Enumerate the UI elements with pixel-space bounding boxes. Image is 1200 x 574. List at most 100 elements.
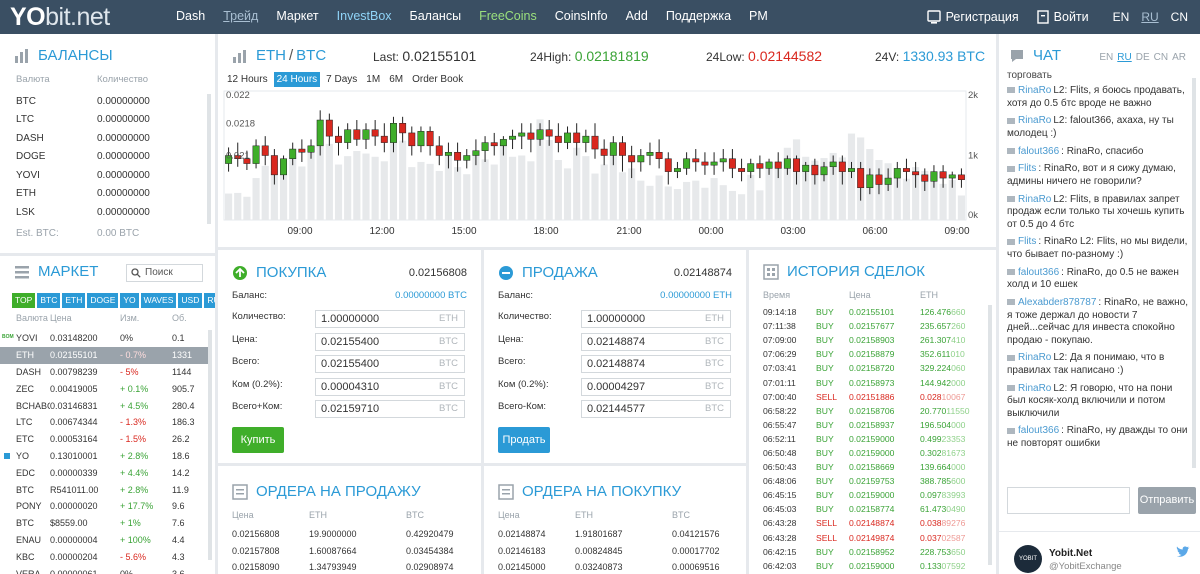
chat-username[interactable]: RinaRo	[1018, 383, 1051, 394]
history-row[interactable]: 06:43:28 SELL 0.02148874 0.03889276	[763, 516, 970, 530]
market-row[interactable]: YO 0.13010001 + 2.8% 18.6	[0, 448, 210, 465]
history-row[interactable]: 07:11:38 BUY 0.02157677 235.657260	[763, 319, 970, 333]
history-row[interactable]: 07:03:41 BUY 0.02158720 329.224060	[763, 361, 970, 375]
history-row[interactable]: 06:50:48 BUY 0.02159000 0.30281673	[763, 446, 970, 460]
balance-row[interactable]: DOGE 0.00000000	[16, 148, 206, 167]
buy-qty-input[interactable]: 1.00000000 ETH	[315, 310, 465, 328]
chat-username[interactable]: Flits	[1018, 163, 1036, 174]
sell-fee-input[interactable]: 0.00004297 BTC	[581, 378, 731, 396]
nav-item-1[interactable]: Трейд	[214, 0, 267, 34]
market-row[interactable]: VERA 0.00000061 0% 3.6	[0, 565, 210, 574]
balance-row[interactable]: LSK 0.00000000	[16, 203, 206, 222]
chat-lang-cn[interactable]: CN	[1154, 52, 1168, 63]
yobit-logo[interactable]: YObit.net	[10, 0, 110, 34]
chat-username[interactable]: RinaRo	[1018, 85, 1051, 96]
nav-item-8[interactable]: Поддержка	[657, 0, 740, 34]
market-tab-waves[interactable]: WAVES	[140, 293, 177, 308]
chat-lang-ar[interactable]: AR	[1172, 52, 1186, 63]
history-row[interactable]: 06:55:47 BUY 0.02158937 196.504000	[763, 418, 970, 432]
market-search[interactable]: Поиск	[126, 264, 203, 282]
nav-item-5[interactable]: FreeCoins	[470, 0, 546, 34]
sell-total-input[interactable]: 0.02148874 BTC	[581, 355, 731, 373]
market-row[interactable]: ZEC 0.00419005 + 0.1% 905.7	[0, 380, 210, 397]
balance-row[interactable]: BTC 0.00000000	[16, 92, 206, 111]
chat-scrollbar[interactable]	[1192, 78, 1196, 468]
lang-cn[interactable]: CN	[1171, 10, 1188, 24]
market-tab-usd[interactable]: USD	[178, 293, 203, 308]
twitter-bird-icon[interactable]	[1176, 546, 1190, 558]
sell-qty-input[interactable]: 1.00000000 ETH	[581, 310, 731, 328]
history-row[interactable]: 06:45:15 BUY 0.02159000 0.09783993	[763, 488, 970, 502]
balance-row[interactable]: YOVI 0.00000000	[16, 166, 206, 185]
chat-username[interactable]: Alexabder878787	[1018, 297, 1096, 308]
buy-total-input[interactable]: 0.02155400 BTC	[315, 355, 465, 373]
market-row[interactable]: DASH 0.00798239 - 5% 1144	[0, 364, 210, 381]
chart-tab-5[interactable]: Order Book	[409, 72, 466, 87]
history-row[interactable]: 06:42:15 BUY 0.02158952 228.753650	[763, 545, 970, 559]
lang-ru[interactable]: RU	[1141, 10, 1158, 24]
history-row[interactable]: 06:48:06 BUY 0.02159753 388.785600	[763, 474, 970, 488]
nav-item-2[interactable]: Маркет	[267, 0, 327, 34]
market-row[interactable]: PONY 0.00000020 + 17.7% 9.6	[0, 498, 210, 515]
buy-grand-input[interactable]: 0.02159710 BTC	[315, 400, 465, 418]
nav-item-7[interactable]: Add	[617, 0, 657, 34]
order-row[interactable]: 0.02157808 1.60087664 0.03454384	[232, 543, 454, 560]
order-row[interactable]: 0.02145000 0.03240873 0.00069516	[498, 559, 720, 574]
market-row[interactable]: EDC 0.00000339 + 4.4% 14.2	[0, 464, 210, 481]
history-row[interactable]: 07:01:11 BUY 0.02158973 144.942000	[763, 375, 970, 389]
market-row[interactable]: KBC 0.00000204 - 5.6% 4.3	[0, 548, 210, 565]
history-row[interactable]: 09:14:18 BUY 0.02155101 126.476660	[763, 305, 970, 319]
history-row[interactable]: 07:09:00 BUY 0.02158903 261.307410	[763, 333, 970, 347]
market-row[interactable]: ETC 0.00053164 - 1.5% 26.2	[0, 431, 210, 448]
market-row[interactable]: LTC 0.00674344 - 1.3% 186.3	[0, 414, 210, 431]
sell-price-input[interactable]: 0.02148874 BTC	[581, 333, 731, 351]
history-row[interactable]: 06:58:22 BUY 0.02158706 20.77011550	[763, 404, 970, 418]
register-link[interactable]: Регистрация	[926, 10, 1019, 24]
order-row[interactable]: 0.02146183 0.00824845 0.00017702	[498, 543, 720, 560]
market-scrollbar[interactable]	[208, 330, 212, 560]
chat-username[interactable]: falout366	[1018, 146, 1059, 157]
price-chart[interactable]: 0.022 0.0218 0.021 2k 1k 0k 09:00 12:00 15:00 18:…	[218, 87, 996, 243]
order-row[interactable]: 0.02158090 1.34793949 0.02908974	[232, 559, 454, 574]
history-row[interactable]: 07:00:40 SELL 0.02151886 0.02810067	[763, 390, 970, 404]
chat-username[interactable]: Flits	[1018, 236, 1036, 247]
chat-username[interactable]: RinaRo	[1018, 194, 1051, 205]
send-button[interactable]: Отправить	[1138, 487, 1196, 514]
chart-tab-2[interactable]: 7 Days	[323, 72, 360, 87]
market-row[interactable]: ENAU 0.00000004 + 100% 4.4	[0, 532, 210, 549]
market-tab-rur[interactable]: RUR	[204, 293, 215, 308]
chat-input[interactable]	[1007, 487, 1130, 514]
buy-price-input[interactable]: 0.02155400 BTC	[315, 333, 465, 351]
nav-item-0[interactable]: Dash	[167, 0, 214, 34]
chat-username[interactable]: RinaRo	[1018, 352, 1051, 363]
market-row[interactable]: BTC R541011.00 + 2.8% 11.9	[0, 481, 210, 498]
chart-tab-0[interactable]: 12 Hours	[224, 72, 271, 87]
history-row[interactable]: 06:52:11 BUY 0.02159000 0.49923353	[763, 432, 970, 446]
history-scrollbar[interactable]	[988, 305, 992, 565]
balances-scrollbar[interactable]	[207, 94, 211, 224]
balance-row[interactable]: DASH 0.00000000	[16, 129, 206, 148]
chat-username[interactable]: falout366	[1018, 267, 1059, 278]
market-tab-top[interactable]: TOP	[12, 293, 36, 308]
order-row[interactable]: 0.02148874 1.91801687 0.04121576	[498, 526, 720, 543]
history-row[interactable]: 07:06:29 BUY 0.02158879 352.611010	[763, 347, 970, 361]
nav-item-9[interactable]: PM	[740, 0, 777, 34]
chat-username[interactable]: falout366	[1018, 425, 1059, 436]
chart-tab-1[interactable]: 24 Hours	[273, 72, 321, 87]
market-tab-doge[interactable]: DOGE	[87, 293, 119, 308]
chat-username[interactable]: RinaRo	[1018, 115, 1051, 126]
market-row[interactable]: BOM YOVI 0.03148200 0% 0.1	[0, 330, 210, 347]
market-row[interactable]: ETH 0.02155101 - 0.7% 1331	[0, 346, 210, 364]
balance-row[interactable]: LTC 0.00000000	[16, 111, 206, 130]
sell-button[interactable]: Продать	[498, 427, 550, 453]
nav-item-3[interactable]: InvestBox	[328, 0, 401, 34]
chart-tab-4[interactable]: 6M	[386, 72, 406, 87]
nav-item-6[interactable]: CoinsInfo	[546, 0, 617, 34]
market-tab-btc[interactable]: BTC	[37, 293, 61, 308]
chat-lang-de[interactable]: DE	[1136, 52, 1150, 63]
chat-lang-ru[interactable]: RU	[1117, 52, 1131, 63]
buy-fee-input[interactable]: 0.00004310 BTC	[315, 378, 465, 396]
sell-grand-input[interactable]: 0.02144577 BTC	[581, 400, 731, 418]
buy-button[interactable]: Купить	[232, 427, 284, 453]
lang-en[interactable]: EN	[1113, 10, 1130, 24]
